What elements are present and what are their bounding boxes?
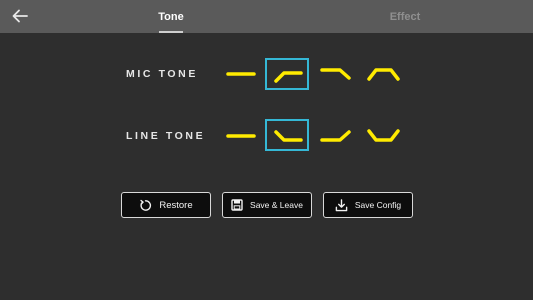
line-tone-option-flat[interactable] [219, 120, 263, 152]
line-tone-option-mid-cut[interactable] [361, 120, 405, 152]
mic-tone-option-flat[interactable] [219, 58, 263, 90]
tab-effect-label: Effect [389, 10, 421, 23]
download-icon [335, 198, 348, 212]
low-boost-curve-icon [274, 130, 303, 142]
flat-curve-icon [226, 134, 256, 138]
flat-curve-icon [226, 72, 256, 76]
mid-cut-curve-icon [367, 129, 400, 142]
back-button[interactable] [8, 5, 32, 27]
line-tone-label: LINE TONE [126, 130, 206, 142]
top-bar: Tone Effect [0, 0, 533, 33]
line-tone-option-high-boost[interactable] [313, 120, 357, 152]
active-tab-indicator [159, 31, 183, 33]
save-and-leave-label: Save & Leave [250, 200, 303, 210]
mic-tone-label: MIC TONE [126, 68, 198, 80]
high-boost-curve-icon [320, 130, 351, 142]
arrow-left-icon [12, 9, 28, 23]
mic-tone-option-high-cut[interactable] [313, 58, 357, 90]
restore-button[interactable]: Restore [121, 192, 211, 218]
save-config-button[interactable]: Save Config [323, 192, 413, 218]
tab-tone-label: Tone [158, 10, 184, 23]
mic-tone-option-low-cut[interactable] [265, 58, 309, 90]
tab-effect[interactable]: Effect [374, 0, 436, 33]
tab-tone[interactable]: Tone [140, 0, 202, 33]
low-cut-curve-icon [274, 71, 303, 83]
save-and-leave-button[interactable]: Save & Leave [222, 192, 312, 218]
mic-tone-option-mid-boost[interactable] [361, 58, 405, 90]
save-config-label: Save Config [354, 200, 402, 210]
restore-label: Restore [159, 199, 193, 211]
save-icon [231, 199, 243, 211]
high-cut-curve-icon [320, 68, 351, 80]
line-tone-option-low-boost[interactable] [265, 119, 309, 151]
mid-boost-curve-icon [367, 68, 400, 81]
restore-icon [139, 199, 152, 212]
